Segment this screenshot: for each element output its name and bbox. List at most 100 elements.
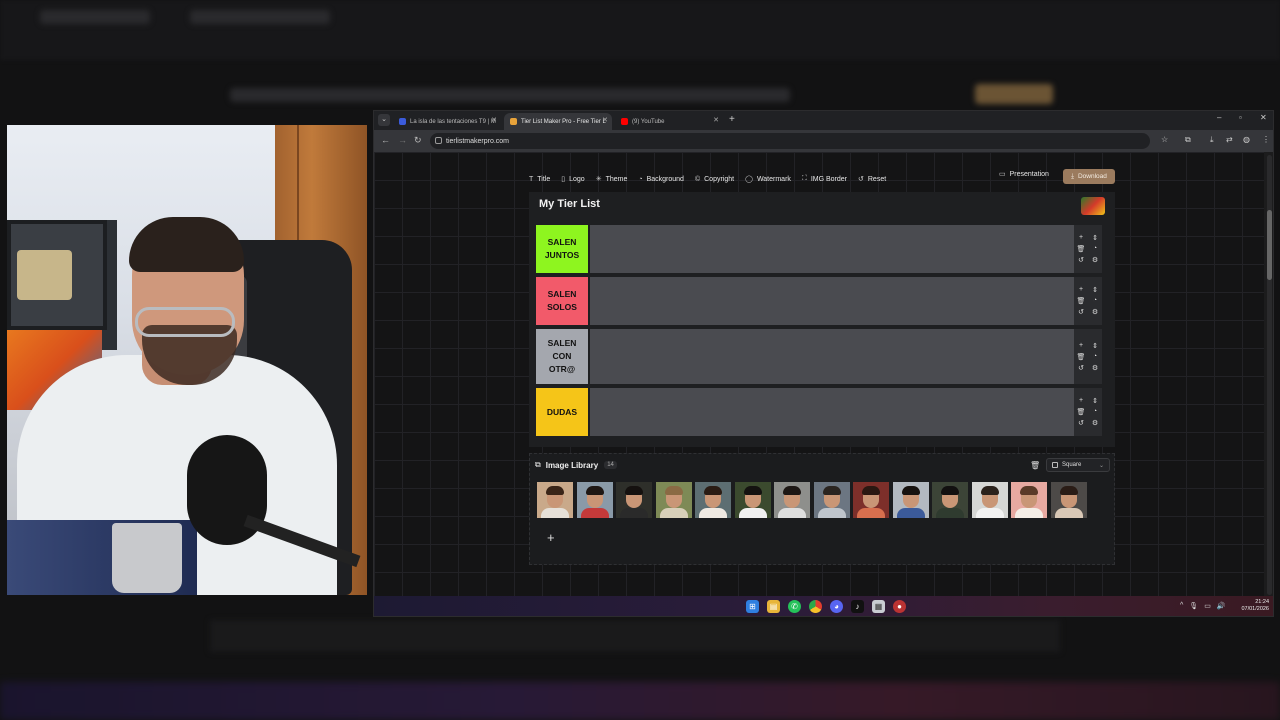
network-icon[interactable]: ▭ (1204, 602, 1211, 610)
library-thumbnail[interactable] (695, 482, 731, 518)
tab-close-icon[interactable]: ✕ (713, 116, 719, 124)
chevron-up-icon[interactable]: ^ (1180, 602, 1183, 610)
toolbar-background-button[interactable]: ◔ Background (638, 176, 684, 183)
library-thumbnail[interactable] (892, 482, 929, 518)
tab-search-icon[interactable]: ⌄ (378, 114, 390, 126)
close-window-icon[interactable]: ✕ (1260, 113, 1267, 122)
translate-icon[interactable]: ⇄ (1226, 135, 1233, 144)
tier-label[interactable]: SALEN CON OTR@ (536, 329, 588, 384)
library-thumbnail[interactable] (616, 482, 652, 518)
library-thumbnail[interactable] (971, 482, 1008, 518)
library-thumbnail[interactable] (813, 482, 850, 518)
move-icon[interactable]: ⇕ (1088, 397, 1102, 405)
checkbox-icon[interactable] (1052, 462, 1058, 468)
library-thumbnail[interactable] (932, 482, 968, 518)
presentation-button[interactable]: ▭ Presentation (999, 170, 1049, 179)
toolbar-reset-button[interactable]: ↺ Reset (858, 175, 886, 184)
toolbar-img-border-button[interactable]: ⛶ IMG Border (802, 175, 847, 183)
tiktok-icon[interactable]: ♪ (851, 600, 864, 613)
tier-label[interactable]: SALEN JUNTOS (536, 225, 588, 273)
tier-drop-zone[interactable] (590, 388, 1074, 436)
tab-la-isla[interactable]: La isla de las tentaciones T9 | M ✕ (393, 113, 501, 130)
move-icon[interactable]: ⇕ (1088, 342, 1102, 350)
taskbar-clock[interactable]: 21:24 07/01/2026 (1236, 599, 1269, 614)
profile-icon[interactable]: ◍ (1243, 135, 1250, 144)
library-thumbnail[interactable] (576, 482, 613, 518)
library-thumbnail[interactable] (774, 482, 810, 518)
maximize-icon[interactable]: ▫ (1239, 113, 1242, 122)
bookmark-star-icon[interactable]: ☆ (1161, 135, 1168, 144)
library-thumbnail[interactable] (537, 482, 573, 518)
chrome-icon[interactable] (809, 600, 822, 613)
back-icon[interactable]: ← (381, 135, 390, 145)
menu-icon[interactable]: ⋮ (1262, 135, 1270, 144)
page-scrollbar[interactable] (1267, 155, 1272, 595)
color-icon[interactable]: ◔ (1088, 297, 1102, 305)
add-icon[interactable]: + (1074, 286, 1088, 294)
microphone-icon[interactable]: 🎙 (1189, 602, 1198, 610)
tier-label[interactable]: DUDAS (536, 388, 588, 436)
library-thumbnail[interactable] (1050, 482, 1087, 518)
minimize-icon[interactable]: – (1217, 113, 1221, 122)
reload-icon[interactable]: ↻ (414, 135, 422, 146)
tab-close-icon[interactable]: ✕ (491, 116, 497, 124)
add-icon[interactable]: + (1074, 234, 1088, 242)
clear-library-trash-icon[interactable]: 🗑 (1030, 461, 1040, 470)
color-icon[interactable]: ◔ (1088, 245, 1102, 253)
color-icon[interactable]: ◔ (1088, 408, 1102, 416)
tier-drop-zone[interactable] (590, 329, 1074, 384)
recording-app-icon[interactable]: ● (893, 600, 906, 613)
volume-icon[interactable]: 🔊 (1217, 602, 1226, 610)
delete-icon[interactable]: 🗑 (1074, 353, 1088, 361)
download-button[interactable]: ⤓ Download (1063, 169, 1115, 184)
tab-tier-list-maker[interactable]: Tier List Maker Pro - Free Tier L ✕ (504, 113, 612, 130)
tier-label[interactable]: SALEN SOLOS (536, 277, 588, 325)
toolbar-title-button[interactable]: T Title (529, 176, 550, 183)
delete-icon[interactable]: 🗑 (1074, 297, 1088, 305)
toolbar-theme-button[interactable]: ✳ Theme (596, 175, 628, 184)
settings-icon[interactable]: ⚙ (1088, 364, 1102, 372)
tier-drop-zone[interactable] (590, 277, 1074, 325)
move-icon[interactable]: ⇕ (1088, 286, 1102, 294)
url-field[interactable]: tierlistmakerpro.com (430, 133, 1150, 149)
settings-icon[interactable]: ⚙ (1088, 308, 1102, 316)
move-icon[interactable]: ⇕ (1088, 234, 1102, 242)
whatsapp-icon[interactable]: ✆ (788, 600, 801, 613)
tier-list-title[interactable]: My Tier List (539, 198, 600, 210)
library-thumbnail[interactable] (655, 482, 692, 518)
tier-drop-zone[interactable] (590, 225, 1074, 273)
color-icon[interactable]: ◔ (1088, 353, 1102, 361)
image-shape-select[interactable]: Square ⌄ (1046, 458, 1110, 472)
site-info-icon[interactable] (435, 137, 442, 144)
downloads-icon[interactable]: ⤓ (1210, 135, 1214, 145)
app-icon[interactable]: ▦ (872, 600, 885, 613)
new-tab-icon[interactable]: + (729, 114, 735, 125)
tab-youtube[interactable]: (9) YouTube ✕ (615, 113, 723, 130)
thumbnail-hair (980, 486, 999, 495)
toolbar-copyright-button[interactable]: © Copyright (695, 176, 734, 183)
reset-icon[interactable]: ↺ (1074, 256, 1088, 264)
library-thumbnail[interactable] (1011, 482, 1047, 518)
windows-start-icon[interactable]: ⊞ (746, 600, 759, 613)
reset-icon[interactable]: ↺ (1074, 308, 1088, 316)
add-icon[interactable]: + (1074, 397, 1088, 405)
reset-icon[interactable]: ↺ (1074, 364, 1088, 372)
delete-icon[interactable]: 🗑 (1074, 245, 1088, 253)
add-image-button[interactable]: + (547, 530, 555, 545)
tab-close-icon[interactable]: ✕ (602, 116, 608, 124)
toolbar-watermark-button[interactable]: ◯ Watermark (745, 175, 791, 184)
file-explorer-icon[interactable]: ▤ (767, 600, 780, 613)
library-thumbnail[interactable] (734, 482, 771, 518)
extensions-icon[interactable]: ⧉ (1185, 135, 1191, 145)
webcam-mug (112, 523, 182, 593)
toolbar-logo-button[interactable]: ▯ Logo (561, 175, 584, 184)
reset-icon[interactable]: ↺ (1074, 419, 1088, 427)
settings-icon[interactable]: ⚙ (1088, 419, 1102, 427)
add-icon[interactable]: + (1074, 342, 1088, 350)
delete-icon[interactable]: 🗑 (1074, 408, 1088, 416)
settings-icon[interactable]: ⚙ (1088, 256, 1102, 264)
discord-icon[interactable]: ◕ (830, 600, 843, 613)
library-thumbnail[interactable] (853, 482, 889, 518)
forward-icon[interactable]: → (398, 135, 407, 145)
scrollbar-thumb[interactable] (1267, 210, 1272, 280)
